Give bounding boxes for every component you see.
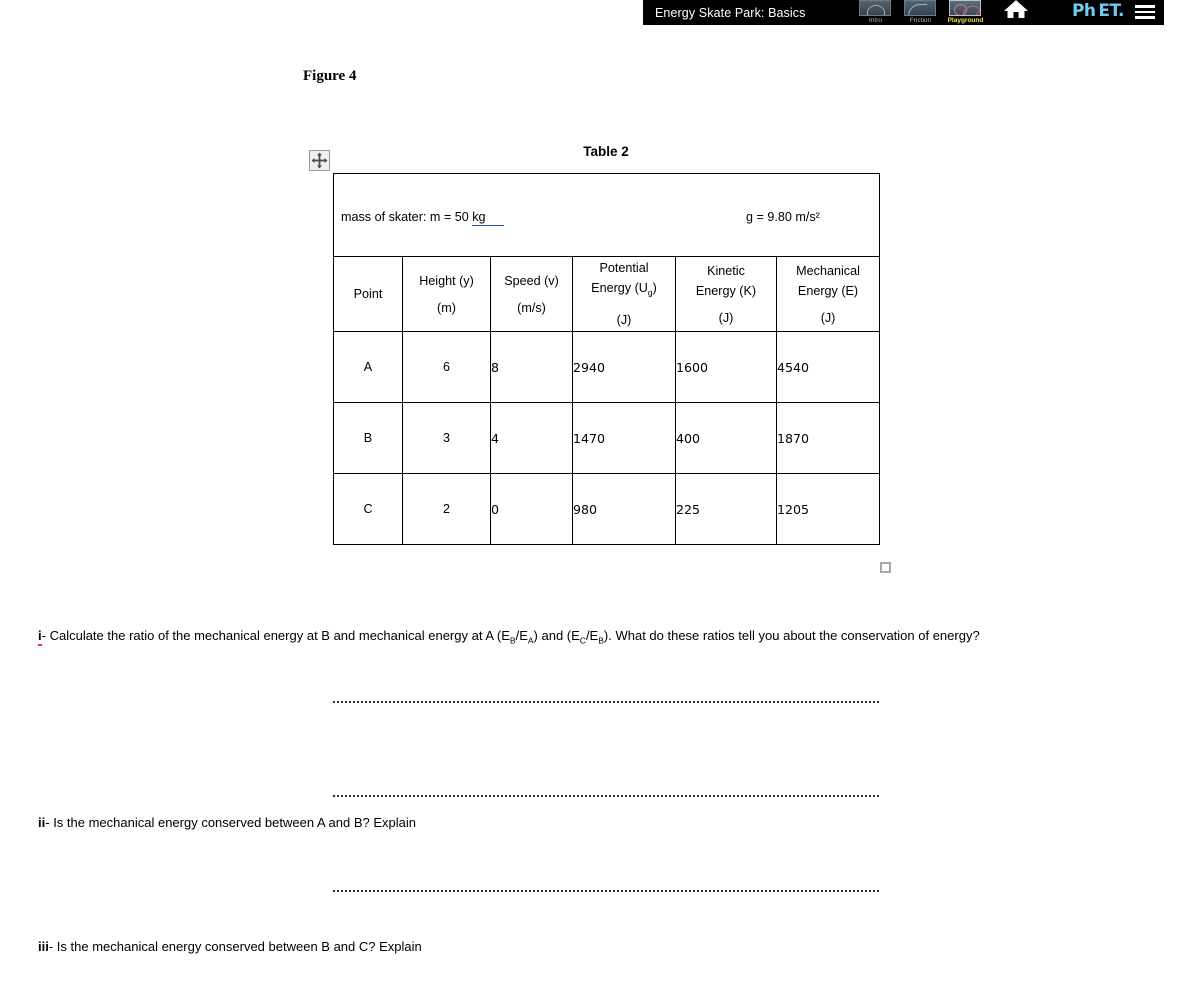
sim-title: Energy Skate Park: Basics xyxy=(655,5,806,20)
column-header-speed-name: Speed (v) xyxy=(504,273,559,288)
menu-bar-3 xyxy=(1135,16,1155,19)
column-header-potential-energy: Potential Energy (Ug) (J) xyxy=(572,256,676,332)
column-header-me-unit: (J) xyxy=(820,310,836,325)
question-ii-marker-suffix: - xyxy=(45,815,54,830)
cell-height: 6 xyxy=(402,331,491,403)
column-header-pe-line1: Potential xyxy=(599,261,649,276)
column-header-ke-unit: (J) xyxy=(718,310,734,325)
sim-tab-intro[interactable]: Intro xyxy=(857,0,893,25)
cell-potential-energy[interactable]: 2940 xyxy=(572,331,676,403)
playground-thumbnail-icon xyxy=(949,0,982,16)
cell-kinetic-energy[interactable]: 225 xyxy=(675,473,777,545)
pe-label-b: ) xyxy=(652,281,657,296)
question-i-marker-suffix: - xyxy=(41,628,50,643)
gravity-value-text: g = 9.80 m/s² xyxy=(746,210,820,224)
cell-mechanical-energy[interactable]: 1870 xyxy=(775,402,881,474)
question-i-text-e: ). What do these ratios tell you about t… xyxy=(603,628,980,643)
answer-line[interactable] xyxy=(333,890,879,892)
column-header-speed: Speed (v) (m/s) xyxy=(490,256,573,332)
pe-label-a: Energy (U xyxy=(591,281,648,296)
table-row: B 3 4 1470 400 1870 xyxy=(333,402,881,474)
column-header-ke-line2: Energy (K) xyxy=(695,283,757,298)
question-iii-marker-suffix: - xyxy=(48,939,57,954)
table-meta-cell: mass of skater: m = 50 kg g = 9.80 m/s² xyxy=(332,173,881,257)
figure-caption: Figure 4 xyxy=(303,68,357,84)
column-header-me-line2: Energy (E) xyxy=(797,283,859,298)
mass-prefix: mass of skater: m = 50 xyxy=(341,210,473,224)
column-header-height-unit: (m) xyxy=(437,300,456,315)
question-ii-text: Is the mechanical energy conserved betwe… xyxy=(53,815,416,830)
cell-potential-energy[interactable]: 1470 xyxy=(572,402,676,474)
question-i: i- Calculate the ratio of the mechanical… xyxy=(38,628,980,646)
column-header-me-line1: Mechanical xyxy=(796,263,860,278)
cell-mechanical-energy[interactable]: 1205 xyxy=(775,473,881,545)
phet-logo[interactable]: Ph ET. xyxy=(1071,1,1125,21)
intro-thumbnail-icon xyxy=(859,0,892,16)
move-handle-icon[interactable] xyxy=(309,150,330,171)
cell-kinetic-energy[interactable]: 1600 xyxy=(675,331,777,403)
sim-tab-friction-label: Friction xyxy=(909,17,932,24)
cell-kinetic-energy[interactable]: 400 xyxy=(675,402,777,474)
sim-tab-playground[interactable]: Playground xyxy=(947,0,983,25)
mass-unit-spellchecked: kg xyxy=(472,210,504,226)
answer-line[interactable] xyxy=(333,701,879,703)
question-i-text-b: /E xyxy=(515,628,528,643)
menu-bar-1 xyxy=(1135,5,1155,8)
question-i-text-c: ) and (E xyxy=(533,628,580,643)
column-header-kinetic-energy: Kinetic Energy (K) (J) xyxy=(675,256,777,332)
column-header-point: Point xyxy=(333,256,403,332)
column-header-mechanical-energy: Mechanical Energy (E) (J) xyxy=(775,256,881,332)
table-header-row: Point Height (y) (m) Speed (v) (m/s) Pot… xyxy=(333,256,881,332)
cell-mechanical-energy[interactable]: 4540 xyxy=(775,331,881,403)
energy-data-table: mass of skater: m = 50 kg g = 9.80 m/s² … xyxy=(332,173,881,545)
menu-bar-2 xyxy=(1135,10,1155,13)
question-ii: ii- Is the mechanical energy conserved b… xyxy=(38,815,416,830)
sim-tab-friction[interactable]: Friction xyxy=(902,0,938,25)
cell-speed[interactable]: 4 xyxy=(490,402,573,474)
hamburger-menu-icon[interactable] xyxy=(1135,5,1155,22)
cell-height: 2 xyxy=(402,473,491,545)
answer-line[interactable] xyxy=(333,795,879,797)
cell-speed[interactable]: 8 xyxy=(490,331,573,403)
question-i-text-d: /E xyxy=(585,628,599,643)
table-meta-row: mass of skater: m = 50 kg g = 9.80 m/s² xyxy=(332,173,881,257)
column-header-height-name: Height (y) xyxy=(419,273,474,288)
table-row: A 6 8 2940 1600 4540 xyxy=(333,331,881,403)
mass-of-skater-text: mass of skater: m = 50 kg xyxy=(341,210,504,226)
column-header-pe-line2: Energy (Ug) xyxy=(573,278,675,303)
column-header-height: Height (y) (m) xyxy=(402,256,491,332)
sim-tab-intro-label: Intro xyxy=(868,17,882,24)
cell-point: B xyxy=(333,402,403,474)
resize-handle-icon[interactable] xyxy=(880,562,891,573)
cell-point: A xyxy=(333,331,403,403)
friction-thumbnail-icon xyxy=(904,0,937,16)
question-iii: iii- Is the mechanical energy conserved … xyxy=(38,939,422,954)
column-header-ke-line1: Kinetic xyxy=(707,263,745,278)
cell-potential-energy[interactable]: 980 xyxy=(572,473,676,545)
column-header-pe-unit: (J) xyxy=(616,312,632,327)
home-icon[interactable] xyxy=(1003,0,1029,25)
cell-point: C xyxy=(333,473,403,545)
question-iii-text: Is the mechanical energy conserved betwe… xyxy=(56,939,422,954)
cell-speed[interactable]: 0 xyxy=(490,473,573,545)
question-i-text-a: Calculate the ratio of the mechanical en… xyxy=(49,628,510,643)
sim-tab-playground-label: Playground xyxy=(947,17,984,24)
sim-tab-strip: Intro Friction Playground xyxy=(857,0,992,25)
column-header-speed-unit: (m/s) xyxy=(517,300,546,315)
table-title: Table 2 xyxy=(583,144,629,159)
cell-height: 3 xyxy=(402,402,491,474)
phet-navigation-bar: Energy Skate Park: Basics Intro Friction… xyxy=(643,0,1164,25)
table-row: C 2 0 980 225 1205 xyxy=(333,473,881,545)
phet-logo-text-secondary: ET. xyxy=(1098,1,1124,21)
question-iii-marker: iii xyxy=(38,939,49,954)
phet-logo-text-primary: Ph xyxy=(1071,1,1096,21)
